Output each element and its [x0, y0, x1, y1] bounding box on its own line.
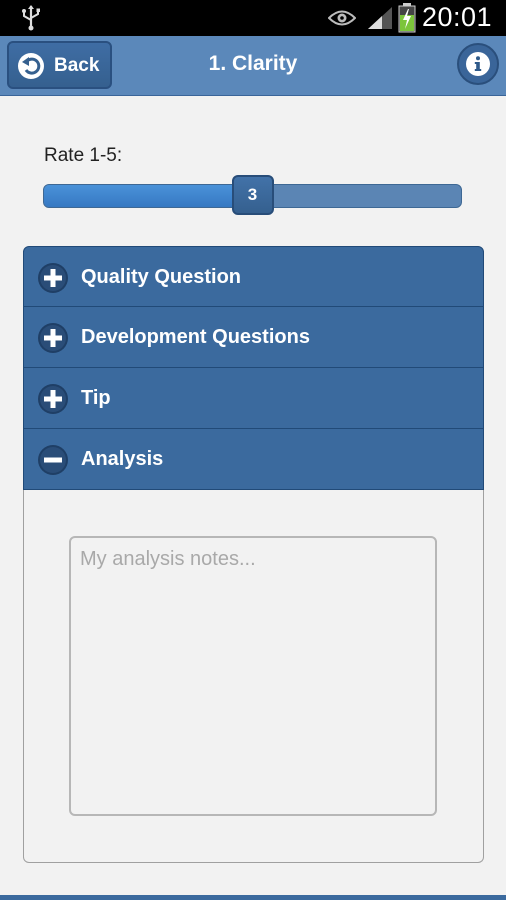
rating-slider-thumb[interactable]: 3 — [231, 175, 274, 215]
eye-icon — [328, 10, 356, 26]
plus-icon — [38, 263, 68, 293]
accordion-analysis[interactable]: Analysis — [23, 429, 484, 490]
analysis-panel — [23, 490, 484, 863]
accordion-label: Analysis — [81, 448, 164, 470]
accordion-label: Quality Question — [81, 266, 242, 288]
minus-icon — [38, 445, 68, 475]
info-button[interactable] — [457, 43, 499, 85]
analysis-notes-input[interactable] — [69, 536, 437, 816]
accordion: Quality Question Development Questions T… — [23, 246, 484, 863]
info-icon — [466, 52, 490, 76]
plus-icon — [38, 384, 68, 414]
signal-icon — [368, 7, 392, 29]
accordion-tip[interactable]: Tip — [23, 368, 484, 429]
usb-icon — [22, 5, 40, 31]
clock: 20:01 — [422, 2, 493, 32]
rating-label: Rate 1-5: — [44, 145, 123, 166]
footer-divider — [0, 895, 506, 900]
page-title: 1. Clarity — [208, 52, 298, 75]
rating-slider-fill — [44, 185, 254, 207]
accordion-development-questions[interactable]: Development Questions — [23, 307, 484, 368]
status-bar: 20:01 — [0, 0, 506, 36]
accordion-label: Tip — [81, 387, 111, 409]
header-bar: Back 1. Clarity — [0, 36, 506, 96]
accordion-quality-question[interactable]: Quality Question — [23, 246, 484, 307]
plus-icon — [38, 323, 68, 353]
accordion-label: Development Questions — [81, 326, 310, 348]
battery-charging-icon — [398, 3, 416, 33]
